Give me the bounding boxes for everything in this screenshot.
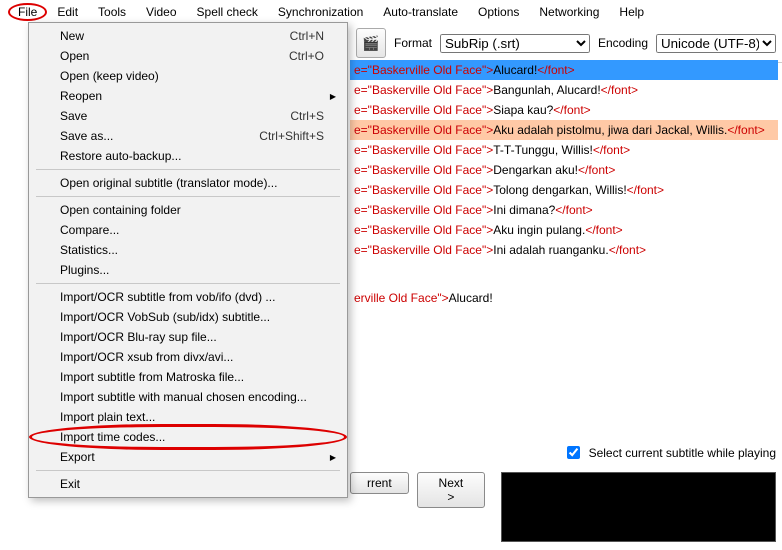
menu-save[interactable]: SaveCtrl+S — [32, 106, 344, 126]
video-preview — [501, 472, 776, 542]
subtitle-text: Alucard! — [493, 63, 537, 77]
menu-import-bluray[interactable]: Import/OCR Blu-ray sup file... — [32, 327, 344, 347]
menu-new[interactable]: NewCtrl+N — [32, 26, 344, 46]
font-open-tag: e="Baskerville Old Face"> — [354, 203, 493, 217]
encoding-label: Encoding — [598, 36, 648, 50]
subtitle-text: Aku adalah pistolmu, jiwa dari Jackal, W… — [493, 123, 727, 137]
menu-import-with-encoding[interactable]: Import subtitle with manual chosen encod… — [32, 387, 344, 407]
menu-open[interactable]: OpenCtrl+O — [32, 46, 344, 66]
subtitle-row[interactable]: erville Old Face">Alucard! — [350, 288, 778, 308]
font-close-tag: </font> — [609, 243, 646, 257]
font-close-tag: </font> — [578, 163, 615, 177]
subtitle-text: Dengarkan aku! — [493, 163, 578, 177]
menu-open-keep-video[interactable]: Open (keep video) — [32, 66, 344, 86]
menu-statistics[interactable]: Statistics... — [32, 240, 344, 260]
font-open-tag: e="Baskerville Old Face"> — [354, 123, 493, 137]
font-open-tag: e="Baskerville Old Face"> — [354, 243, 493, 257]
menu-options[interactable]: Options — [468, 3, 529, 21]
font-open-tag: e="Baskerville Old Face"> — [354, 143, 493, 157]
menu-spellcheck[interactable]: Spell check — [187, 3, 268, 21]
menu-sync[interactable]: Synchronization — [268, 3, 373, 21]
menu-import-time-codes[interactable]: Import time codes... — [32, 427, 344, 447]
encoding-select[interactable]: Unicode (UTF-8) — [656, 34, 776, 53]
menu-networking[interactable]: Networking — [529, 3, 609, 21]
menu-exit[interactable]: Exit — [32, 474, 344, 494]
bottom-area: Select current subtitle while playing rr… — [350, 443, 776, 542]
menu-save-as[interactable]: Save as...Ctrl+Shift+S — [32, 126, 344, 146]
subtitle-text: Ini adalah ruanganku. — [493, 243, 608, 257]
subtitle-row[interactable]: e="Baskerville Old Face">Aku adalah pist… — [350, 120, 778, 140]
menu-plugins[interactable]: Plugins... — [32, 260, 344, 280]
subtitle-row[interactable]: e="Baskerville Old Face">Ini dimana?</fo… — [350, 200, 778, 220]
subtitle-row[interactable]: e="Baskerville Old Face">Ini adalah ruan… — [350, 240, 778, 260]
subtitle-row[interactable]: e="Baskerville Old Face">Dengarkan aku!<… — [350, 160, 778, 180]
subtitle-text: T-T-Tunggu, Willis! — [493, 143, 593, 157]
subtitle-row[interactable]: e="Baskerville Old Face">Siapa kau?</fon… — [350, 100, 778, 120]
font-open-tag: e="Baskerville Old Face"> — [354, 103, 493, 117]
font-open-tag: e="Baskerville Old Face"> — [354, 223, 493, 237]
subtitle-row[interactable]: e="Baskerville Old Face">Tolong dengarka… — [350, 180, 778, 200]
format-select[interactable]: SubRip (.srt) — [440, 34, 590, 53]
current-button[interactable]: rrent — [350, 472, 409, 494]
menu-compare[interactable]: Compare... — [32, 220, 344, 240]
menu-import-vobsub[interactable]: Import/OCR VobSub (sub/idx) subtitle... — [32, 307, 344, 327]
font-open-tag: e="Baskerville Old Face"> — [354, 63, 493, 77]
menu-import-plain-text[interactable]: Import plain text... — [32, 407, 344, 427]
menu-edit[interactable]: Edit — [47, 3, 88, 21]
next-button[interactable]: Next > — [417, 472, 485, 508]
subtitle-text: Tolong dengarkan, Willis! — [493, 183, 626, 197]
menu-import-matroska[interactable]: Import subtitle from Matroska file... — [32, 367, 344, 387]
toolbar: 🎬 Format SubRip (.srt) Encoding Unicode … — [350, 24, 782, 63]
font-close-tag: </font> — [537, 63, 574, 77]
menu-import-xsub[interactable]: Import/OCR xsub from divx/avi... — [32, 347, 344, 367]
menubar: File Edit Tools Video Spell check Synchr… — [0, 0, 782, 24]
clapper-icon[interactable]: 🎬 — [356, 28, 386, 58]
font-open-tag: e="Baskerville Old Face"> — [354, 83, 493, 97]
menu-autotranslate[interactable]: Auto-translate — [373, 3, 468, 21]
subtitle-text: Bangunlah, Alucard! — [493, 83, 600, 97]
subtitle-text: Ini dimana? — [493, 203, 555, 217]
menu-file[interactable]: File — [8, 3, 47, 21]
font-close-tag: </font> — [585, 223, 622, 237]
menu-open-folder[interactable]: Open containing folder — [32, 200, 344, 220]
menu-open-original[interactable]: Open original subtitle (translator mode)… — [32, 173, 344, 193]
font-close-tag: </font> — [553, 103, 590, 117]
font-close-tag: </font> — [555, 203, 592, 217]
subtitle-row[interactable]: e="Baskerville Old Face">Alucard!</font> — [350, 60, 778, 80]
menu-import-vob[interactable]: Import/OCR subtitle from vob/ifo (dvd) .… — [32, 287, 344, 307]
select-current-label: Select current subtitle while playing — [589, 446, 776, 460]
menu-reopen[interactable]: Reopen — [32, 86, 344, 106]
font-open-tag: e="Baskerville Old Face"> — [354, 183, 493, 197]
font-close-tag: </font> — [727, 123, 764, 137]
subtitle-row[interactable]: e="Baskerville Old Face">Aku ingin pulan… — [350, 220, 778, 240]
menu-video[interactable]: Video — [136, 3, 186, 21]
select-current-checkbox[interactable] — [567, 446, 580, 459]
format-label: Format — [394, 36, 432, 50]
font-close-tag: </font> — [601, 83, 638, 97]
menu-restore-backup[interactable]: Restore auto-backup... — [32, 146, 344, 166]
menu-export[interactable]: Export — [32, 447, 344, 467]
subtitle-row[interactable]: e="Baskerville Old Face">Bangunlah, Aluc… — [350, 80, 778, 100]
font-close-tag: </font> — [593, 143, 630, 157]
subtitle-text: Aku ingin pulang. — [493, 223, 585, 237]
subtitle-row[interactable]: e="Baskerville Old Face">T-T-Tunggu, Wil… — [350, 140, 778, 160]
menu-tools[interactable]: Tools — [88, 3, 136, 21]
font-close-tag: </font> — [627, 183, 664, 197]
file-menu-dropdown: NewCtrl+N OpenCtrl+O Open (keep video) R… — [28, 22, 348, 498]
font-open-tag: e="Baskerville Old Face"> — [354, 163, 493, 177]
subtitle-text: Siapa kau? — [493, 103, 553, 117]
subtitle-list: e="Baskerville Old Face">Alucard!</font>… — [350, 60, 778, 308]
menu-help[interactable]: Help — [609, 3, 654, 21]
